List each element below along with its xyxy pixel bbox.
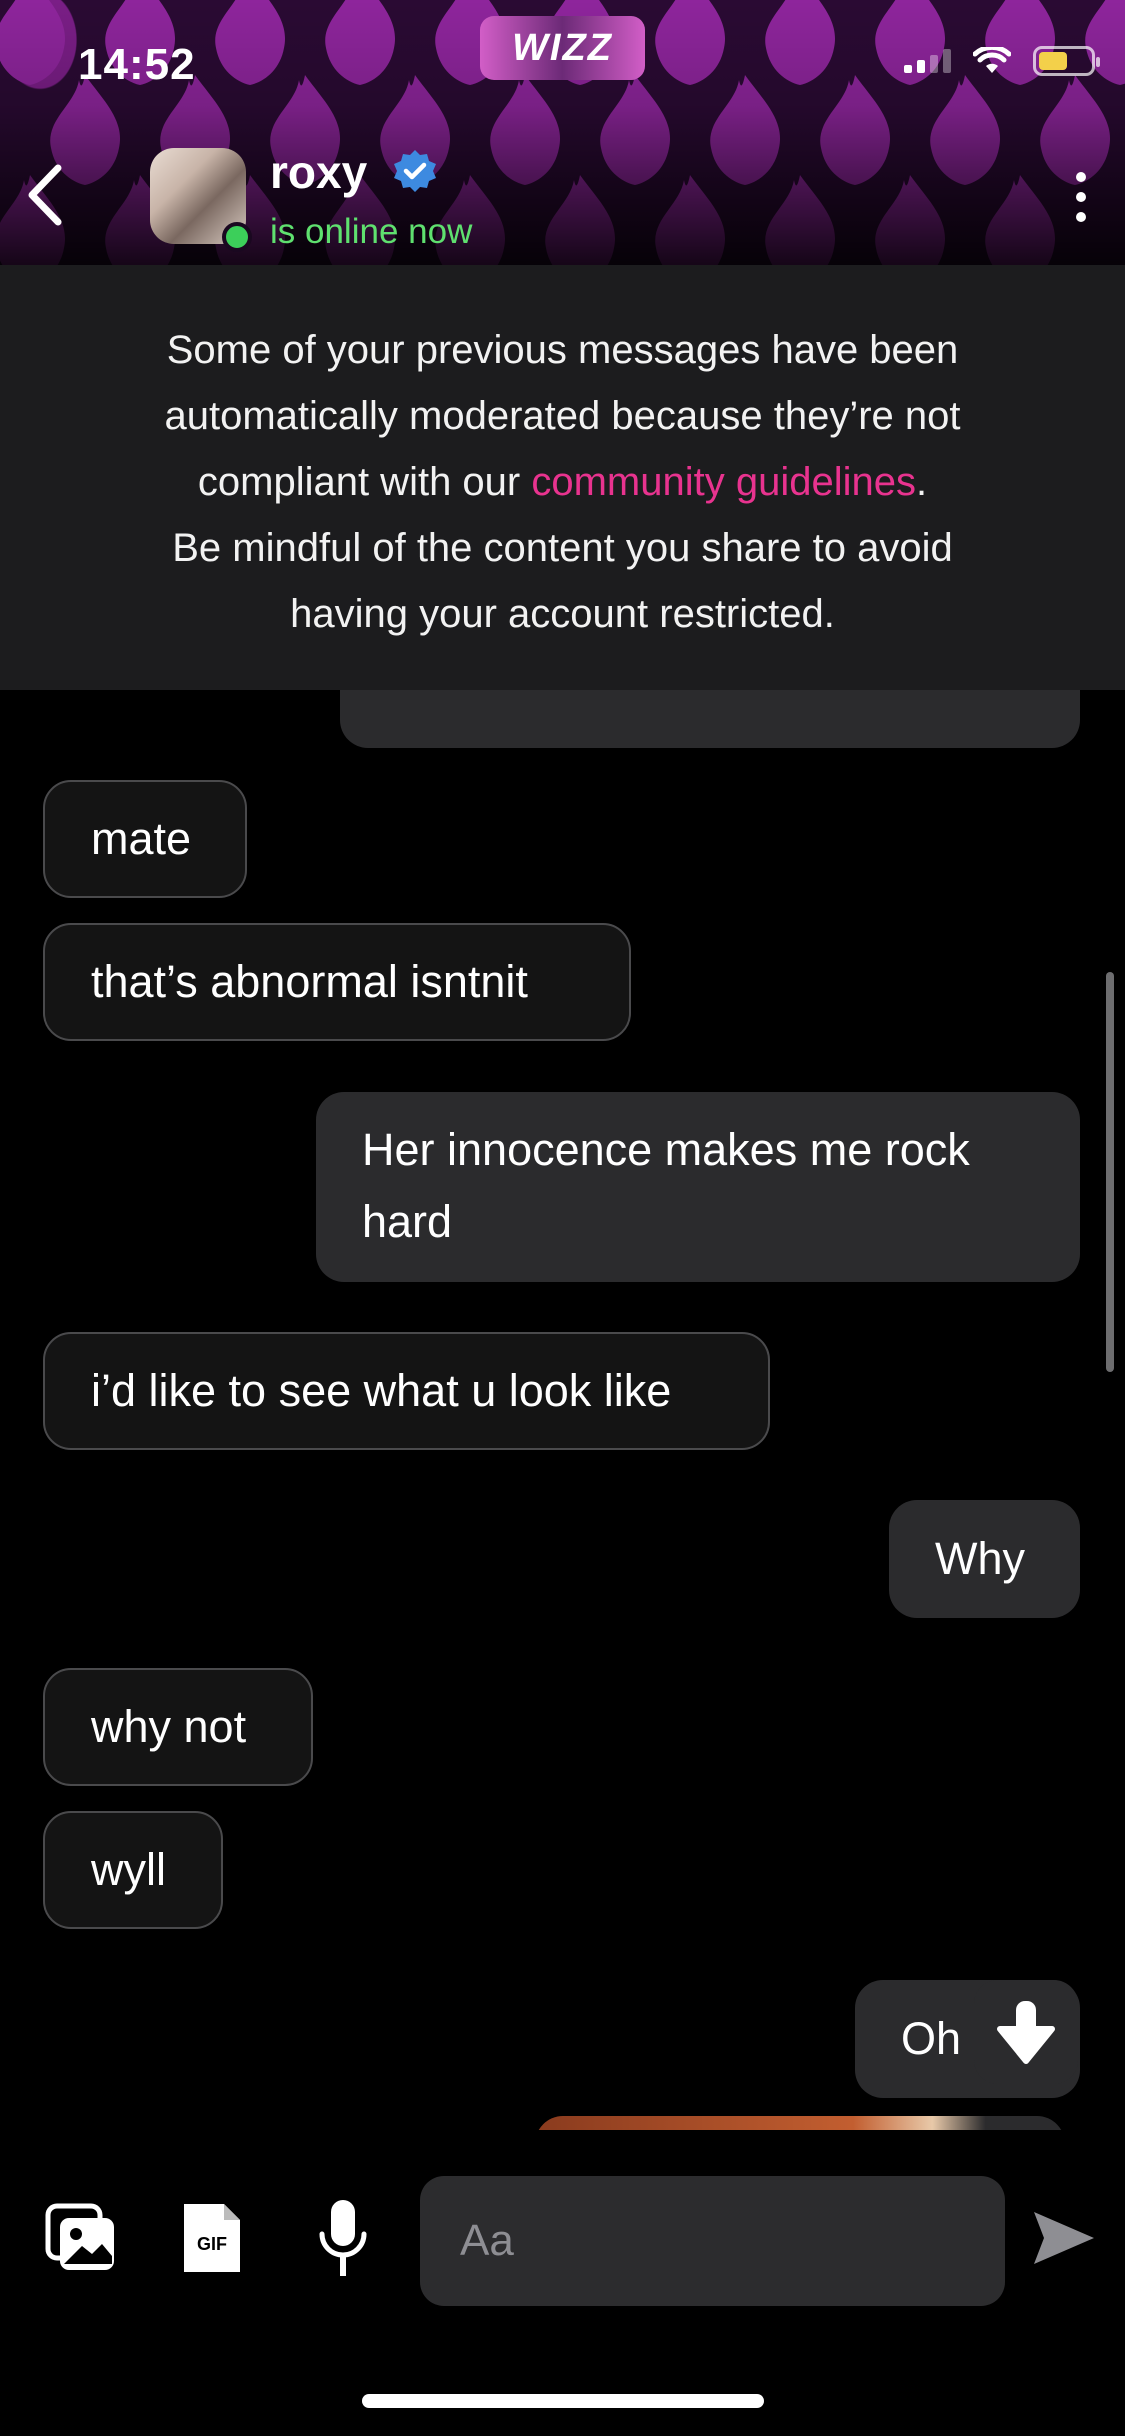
status-icons xyxy=(904,46,1100,76)
gif-label: GIF xyxy=(197,2234,227,2254)
message-text: that’s abnormal isntnit xyxy=(91,956,528,1007)
message-text: Oh xyxy=(901,2013,962,2064)
send-icon[interactable] xyxy=(1032,2210,1096,2266)
message-text: wyll xyxy=(91,1844,166,1895)
message-text: Why xyxy=(935,1533,1025,1584)
message-bubble-incoming[interactable]: that’s abnormal isntnit xyxy=(43,923,631,1041)
image-message-preview[interactable] xyxy=(535,2116,1065,2130)
message-bubble-incoming[interactable]: i’d like to see what u look like xyxy=(43,1332,770,1450)
message-text: hard xyxy=(362,1196,453,1247)
gif-icon[interactable]: GIF xyxy=(180,2200,244,2276)
banner-text: . xyxy=(916,460,928,504)
message-text: why not xyxy=(91,1701,247,1752)
wifi-icon xyxy=(973,47,1011,73)
message-bubble-incoming[interactable]: wyll xyxy=(43,1811,223,1929)
message-input[interactable]: Aa xyxy=(420,2176,1005,2306)
message-bubble-outgoing[interactable]: Why xyxy=(889,1500,1080,1618)
message-text: Her innocence makes me rock xyxy=(362,1124,970,1175)
more-options-icon[interactable] xyxy=(1071,172,1091,226)
scrollbar[interactable] xyxy=(1106,972,1114,1372)
message-text: mate xyxy=(91,813,192,864)
message-composer: GIF Aa xyxy=(0,2140,1125,2436)
banner-line: automatically moderated because they’re … xyxy=(164,394,961,438)
online-indicator xyxy=(222,222,252,252)
home-indicator xyxy=(362,2394,764,2408)
arrow-down-icon xyxy=(997,2001,1055,2064)
community-guidelines-link[interactable]: community guidelines xyxy=(531,460,916,504)
verified-badge-icon xyxy=(394,150,436,192)
banner-text: compliant with our xyxy=(197,460,532,504)
moderation-banner: Some of your previous messages have been… xyxy=(0,265,1125,690)
app-logo: WIZZ xyxy=(480,16,645,80)
banner-line: having your account restricted. xyxy=(290,592,835,636)
banner-line: compliant with our community guidelines. xyxy=(0,449,1125,515)
microphone-icon[interactable] xyxy=(318,2198,368,2280)
message-bubble-incoming[interactable]: mate xyxy=(43,780,247,898)
message-list[interactable]: mate that’s abnormal isntnit Her innocen… xyxy=(0,690,1125,2130)
banner-line: Some of your previous messages have been xyxy=(166,328,959,372)
status-time: 14:52 xyxy=(78,40,196,89)
photo-gallery-icon[interactable] xyxy=(44,2202,118,2274)
message-text: i’d like to see what u look like xyxy=(91,1365,672,1416)
message-input-placeholder: Aa xyxy=(460,2216,514,2265)
contact-name[interactable]: roxy xyxy=(270,145,367,199)
message-bubble-incoming[interactable]: why not xyxy=(43,1668,313,1786)
cellular-signal-icon xyxy=(904,49,951,73)
chat-header: 14:52 WIZZ roxy is online now xyxy=(0,0,1125,265)
message-bubble-outgoing[interactable]: Her innocence makes me rock hard xyxy=(316,1092,1080,1282)
message-bubble-outgoing-partial xyxy=(340,690,1080,748)
online-status: is online now xyxy=(270,212,473,251)
battery-icon xyxy=(1033,46,1100,76)
back-chevron-icon[interactable] xyxy=(22,160,72,230)
banner-line: Be mindful of the content you share to a… xyxy=(172,526,953,570)
scroll-to-bottom-button[interactable] xyxy=(974,1980,1078,2084)
